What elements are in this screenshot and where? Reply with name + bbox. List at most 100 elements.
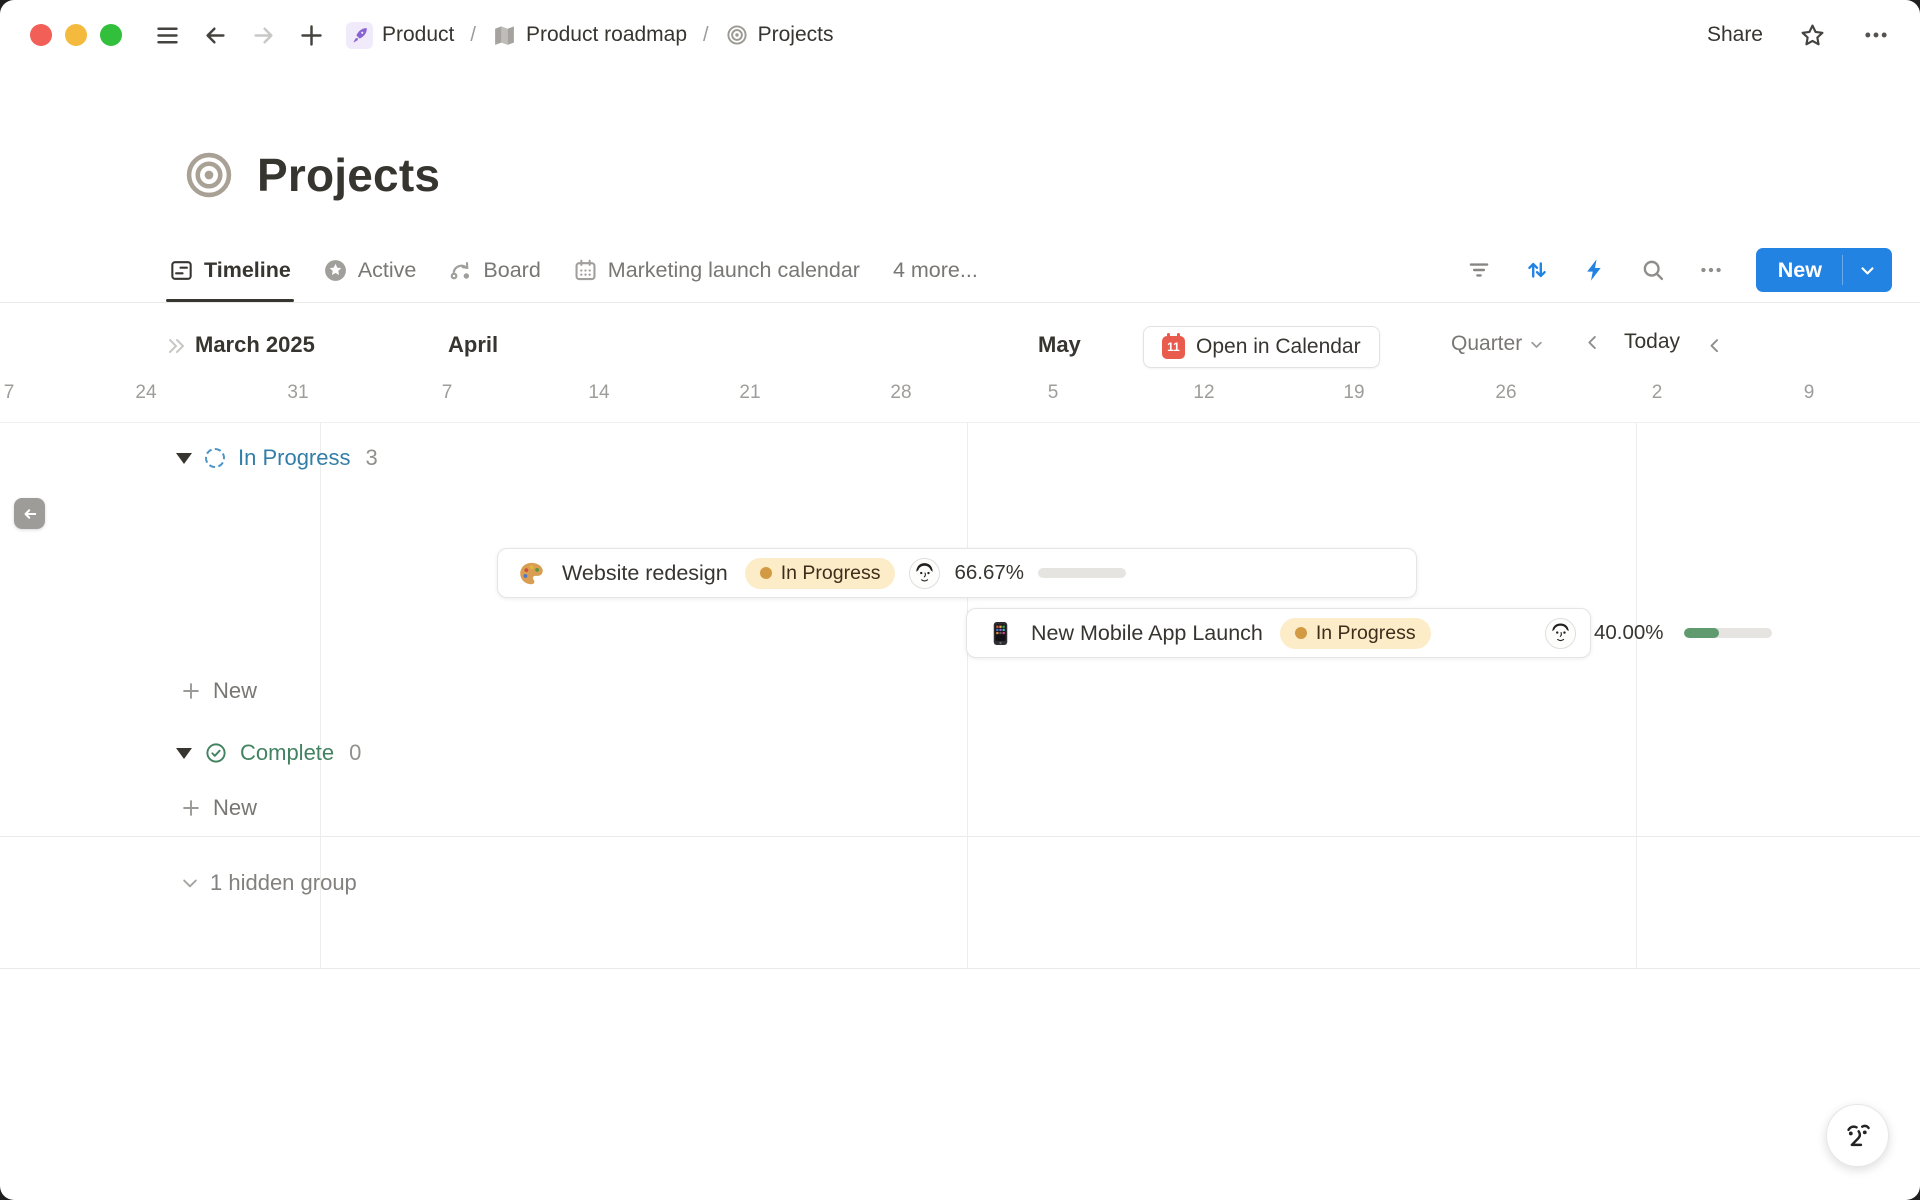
timeline-view-icon bbox=[169, 258, 194, 283]
close-window-button[interactable] bbox=[30, 24, 52, 46]
notion-ai-button[interactable] bbox=[1826, 1104, 1889, 1167]
group-name: Complete bbox=[240, 740, 334, 766]
group-count: 3 bbox=[366, 445, 378, 471]
card-title: Website redesign bbox=[562, 561, 728, 586]
group-header-in-progress[interactable]: In Progress 3 bbox=[176, 443, 378, 473]
today-navigation: Today bbox=[1583, 330, 1721, 354]
tab-timeline[interactable]: Timeline bbox=[160, 238, 300, 302]
breadcrumb-item-projects[interactable]: Projects bbox=[721, 20, 838, 50]
tab-label: Board bbox=[483, 258, 540, 283]
favorite-star-icon[interactable] bbox=[1799, 22, 1826, 49]
notion-window: Product / Product roadmap / Projects Sha… bbox=[0, 0, 1920, 1200]
map-icon bbox=[492, 23, 517, 48]
collapse-triangle-icon[interactable] bbox=[176, 748, 192, 759]
view-tabs-bar: Timeline Active Board Marketing launch c… bbox=[0, 238, 1920, 302]
week-date: 24 bbox=[124, 382, 168, 404]
assignee-avatar bbox=[909, 558, 940, 589]
star-circle-icon bbox=[323, 258, 348, 283]
next-period-chevron-icon[interactable] bbox=[1702, 333, 1721, 352]
window-top-bar: Product / Product roadmap / Projects Sha… bbox=[0, 0, 1920, 70]
back-arrow-icon[interactable] bbox=[198, 18, 232, 52]
status-label: In Progress bbox=[1316, 622, 1416, 645]
group-count: 0 bbox=[349, 740, 361, 766]
collapse-triangle-icon[interactable] bbox=[176, 453, 192, 464]
window-controls bbox=[30, 24, 122, 46]
page-header: Projects bbox=[183, 148, 440, 202]
progress-bar bbox=[1684, 628, 1772, 638]
open-in-calendar-button[interactable]: 11 Open in Calendar bbox=[1143, 326, 1380, 368]
hidden-groups-row[interactable]: 1 hidden group bbox=[180, 870, 357, 896]
tab-marketing-launch-calendar[interactable]: Marketing launch calendar bbox=[564, 238, 869, 302]
target-icon bbox=[725, 23, 749, 47]
hidden-groups-label: 1 hidden group bbox=[210, 870, 357, 896]
filter-icon[interactable] bbox=[1462, 253, 1496, 287]
timeline-bottom-divider bbox=[0, 968, 1920, 969]
tab-active[interactable]: Active bbox=[314, 238, 426, 302]
scroll-left-button[interactable] bbox=[14, 498, 45, 529]
sort-icon[interactable] bbox=[1520, 253, 1554, 287]
week-date: 21 bbox=[728, 382, 772, 404]
new-item-row-in-progress[interactable]: New bbox=[180, 678, 257, 704]
status-dot-icon bbox=[760, 567, 772, 579]
tab-label: Marketing launch calendar bbox=[608, 258, 860, 283]
tab-board[interactable]: Board bbox=[439, 238, 549, 302]
today-button[interactable]: Today bbox=[1624, 330, 1680, 354]
new-row-label: New bbox=[213, 795, 257, 821]
forward-arrow-icon[interactable] bbox=[246, 18, 280, 52]
timeline-card-website-redesign[interactable]: Website redesign In Progress 66.67% bbox=[497, 548, 1417, 598]
breadcrumb-item-product-roadmap[interactable]: Product roadmap bbox=[488, 20, 691, 51]
tab-label: Timeline bbox=[204, 258, 291, 283]
breadcrumb: Product / Product roadmap / Projects bbox=[342, 19, 837, 52]
progress-bar bbox=[1038, 568, 1126, 578]
automations-lightning-icon[interactable] bbox=[1578, 253, 1612, 287]
tab-label: Active bbox=[358, 258, 417, 283]
group-section-divider bbox=[0, 836, 1920, 837]
new-item-button[interactable]: New bbox=[1756, 248, 1892, 292]
status-badge: In Progress bbox=[1280, 618, 1431, 649]
breadcrumb-separator: / bbox=[470, 24, 476, 47]
in-progress-status-icon bbox=[205, 448, 225, 468]
timeline-zoom-select[interactable]: Quarter bbox=[1451, 332, 1544, 356]
week-date: 31 bbox=[276, 382, 320, 404]
zoom-window-button[interactable] bbox=[100, 24, 122, 46]
search-icon[interactable] bbox=[1636, 253, 1670, 287]
new-page-plus-icon[interactable] bbox=[294, 18, 328, 52]
breadcrumb-item-product[interactable]: Product bbox=[342, 19, 458, 52]
week-date: 2 bbox=[1635, 382, 1679, 404]
assignee-avatar bbox=[1545, 618, 1576, 649]
complete-status-icon bbox=[205, 742, 227, 764]
page-target-icon[interactable] bbox=[183, 149, 235, 201]
open-in-calendar-label: Open in Calendar bbox=[1196, 335, 1361, 359]
month-gridline-june bbox=[1636, 423, 1637, 968]
left-arrow-icon bbox=[21, 505, 39, 523]
progress-percentage: 66.67% bbox=[954, 561, 1024, 585]
scroll-months-chevrons-icon[interactable] bbox=[164, 334, 188, 363]
group-header-complete[interactable]: Complete 0 bbox=[176, 738, 361, 768]
new-button-label: New bbox=[1756, 248, 1842, 292]
new-item-row-complete[interactable]: New bbox=[180, 795, 257, 821]
new-row-label: New bbox=[213, 678, 257, 704]
new-button-dropdown[interactable] bbox=[1843, 248, 1892, 292]
week-date: 14 bbox=[577, 382, 621, 404]
more-views-button[interactable]: 4 more... bbox=[893, 258, 978, 283]
palette-icon bbox=[518, 560, 545, 587]
month-label: March 2025 bbox=[195, 332, 315, 358]
share-button[interactable]: Share bbox=[1707, 23, 1763, 47]
view-options-ellipsis-icon[interactable] bbox=[1694, 253, 1728, 287]
sidebar-menu-icon[interactable] bbox=[150, 18, 184, 52]
card-title: New Mobile App Launch bbox=[1031, 621, 1263, 646]
group-name: In Progress bbox=[238, 445, 351, 471]
previous-period-chevron-icon[interactable] bbox=[1583, 333, 1602, 352]
calendar-badge-icon: 11 bbox=[1162, 336, 1185, 359]
board-view-icon bbox=[448, 258, 473, 283]
minimize-window-button[interactable] bbox=[65, 24, 87, 46]
month-label: April bbox=[448, 332, 498, 358]
week-date: 7 bbox=[0, 382, 31, 404]
month-label: May bbox=[1038, 332, 1081, 358]
chevron-down-icon bbox=[1529, 337, 1544, 352]
mobile-phone-icon bbox=[987, 620, 1014, 647]
status-label: In Progress bbox=[781, 562, 881, 585]
breadcrumb-label: Product bbox=[382, 23, 454, 47]
more-options-icon[interactable] bbox=[1862, 21, 1890, 49]
timeline-card-new-mobile-app-launch[interactable]: New Mobile App Launch In Progress bbox=[966, 608, 1591, 658]
